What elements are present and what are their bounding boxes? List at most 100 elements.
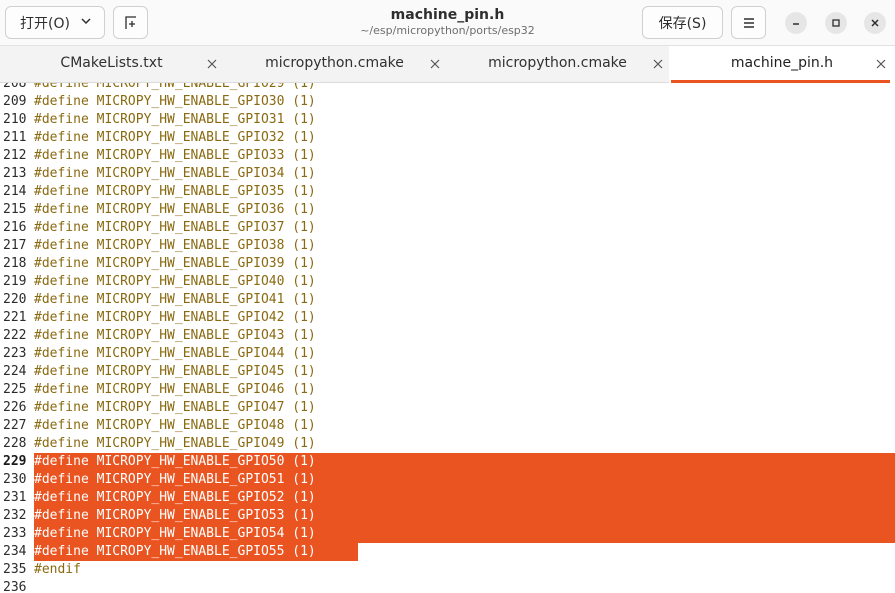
tab-micropython-cmake-1[interactable]: micropython.cmake [223, 46, 446, 83]
maximize-button[interactable] [825, 12, 847, 34]
code-line[interactable]: 224 #define MICROPY_HW_ENABLE_GPIO45 (1) [0, 363, 895, 381]
line-number: 226 [3, 400, 27, 415]
close-tab-icon[interactable] [653, 59, 663, 69]
close-tab-icon[interactable] [876, 59, 886, 69]
code-line[interactable]: 236 [0, 579, 895, 593]
hamburger-icon [743, 17, 754, 28]
tab-micropython-cmake-2[interactable]: micropython.cmake [446, 46, 669, 83]
tab-label: micropython.cmake [488, 55, 627, 71]
window-title: machine_pin.h [390, 7, 505, 23]
maximize-icon [832, 19, 840, 27]
code-lines: 208 #define MICROPY_HW_ENABLE_GPIO29 (1) 2… [0, 83, 895, 593]
code-editor[interactable]: 208 #define MICROPY_HW_ENABLE_GPIO29 (1) 2… [0, 83, 895, 593]
line-number: 227 [3, 418, 27, 433]
code-text: #define MICROPY_HW_ENABLE_GPIO47 (1) [34, 400, 316, 415]
minimize-button[interactable] [785, 12, 807, 34]
code-text: #define MICROPY_HW_ENABLE_GPIO55 (1) [34, 544, 316, 559]
code-line[interactable]: 223 #define MICROPY_HW_ENABLE_GPIO44 (1) [0, 345, 895, 363]
line-number: 221 [3, 310, 27, 325]
open-button[interactable]: 打开(O) [5, 6, 105, 39]
tab-label: micropython.cmake [265, 55, 404, 71]
code-line[interactable]: 229 #define MICROPY_HW_ENABLE_GPIO50 (1) [0, 453, 895, 471]
code-text: #define MICROPY_HW_ENABLE_GPIO51 (1) [34, 472, 316, 487]
code-text: #define MICROPY_HW_ENABLE_GPIO37 (1) [34, 220, 316, 235]
line-number: 216 [3, 220, 27, 235]
code-line[interactable]: 216 #define MICROPY_HW_ENABLE_GPIO37 (1) [0, 219, 895, 237]
line-number: 225 [3, 382, 27, 397]
minimize-icon [793, 23, 799, 25]
code-line[interactable]: 209 #define MICROPY_HW_ENABLE_GPIO30 (1) [0, 93, 895, 111]
open-label: 打开(O) [20, 15, 70, 32]
code-text: #define MICROPY_HW_ENABLE_GPIO36 (1) [34, 202, 316, 217]
code-line[interactable]: 220 #define MICROPY_HW_ENABLE_GPIO41 (1) [0, 291, 895, 309]
code-line[interactable]: 221 #define MICROPY_HW_ENABLE_GPIO42 (1) [0, 309, 895, 327]
code-line[interactable]: 213 #define MICROPY_HW_ENABLE_GPIO34 (1) [0, 165, 895, 183]
save-label: 保存(S) [658, 15, 707, 32]
code-line[interactable]: 228 #define MICROPY_HW_ENABLE_GPIO49 (1) [0, 435, 895, 453]
code-line[interactable]: 219 #define MICROPY_HW_ENABLE_GPIO40 (1) [0, 273, 895, 291]
code-text: #define MICROPY_HW_ENABLE_GPIO41 (1) [34, 292, 316, 307]
code-text: #define MICROPY_HW_ENABLE_GPIO42 (1) [34, 310, 316, 325]
line-number: 217 [3, 238, 27, 253]
line-number: 215 [3, 202, 27, 217]
code-text: #define MICROPY_HW_ENABLE_GPIO49 (1) [34, 436, 316, 451]
line-number: 222 [3, 328, 27, 343]
line-number: 232 [3, 508, 27, 523]
line-number: 224 [3, 364, 27, 379]
line-number: 218 [3, 256, 27, 271]
line-number: 234 [3, 544, 27, 559]
code-line[interactable]: 234 #define MICROPY_HW_ENABLE_GPIO55 (1) [0, 543, 895, 561]
tab-machine-pin-h[interactable]: machine_pin.h [669, 46, 895, 83]
code-line[interactable]: 230 #define MICROPY_HW_ENABLE_GPIO51 (1) [0, 471, 895, 489]
code-line[interactable]: 231 #define MICROPY_HW_ENABLE_GPIO52 (1) [0, 489, 895, 507]
code-text: #define MICROPY_HW_ENABLE_GPIO46 (1) [34, 382, 316, 397]
close-icon [871, 19, 879, 27]
code-text: #define MICROPY_HW_ENABLE_GPIO34 (1) [34, 166, 316, 181]
line-number: 233 [3, 526, 27, 541]
line-number: 211 [3, 130, 27, 145]
code-line[interactable]: 214 #define MICROPY_HW_ENABLE_GPIO35 (1) [0, 183, 895, 201]
line-number: 220 [3, 292, 27, 307]
line-number: 209 [3, 94, 27, 109]
code-text: #define MICROPY_HW_ENABLE_GPIO30 (1) [34, 94, 316, 109]
code-text: #define MICROPY_HW_ENABLE_GPIO53 (1) [34, 508, 316, 523]
code-line[interactable]: 225 #define MICROPY_HW_ENABLE_GPIO46 (1) [0, 381, 895, 399]
close-tab-icon[interactable] [207, 59, 217, 69]
line-number: 236 [3, 580, 27, 593]
code-line[interactable]: 233 #define MICROPY_HW_ENABLE_GPIO54 (1) [0, 525, 895, 543]
code-line[interactable]: 212 #define MICROPY_HW_ENABLE_GPIO33 (1) [0, 147, 895, 165]
new-tab-button[interactable] [113, 6, 148, 39]
save-button[interactable]: 保存(S) [642, 6, 723, 39]
line-number: 231 [3, 490, 27, 505]
line-number: 223 [3, 346, 27, 361]
code-text: #define MICROPY_HW_ENABLE_GPIO38 (1) [34, 238, 316, 253]
line-number: 210 [3, 112, 27, 127]
code-text: #define MICROPY_HW_ENABLE_GPIO52 (1) [34, 490, 316, 505]
code-text: #define MICROPY_HW_ENABLE_GPIO48 (1) [34, 418, 316, 433]
code-text: #define MICROPY_HW_ENABLE_GPIO44 (1) [34, 346, 316, 361]
code-line[interactable]: 222 #define MICROPY_HW_ENABLE_GPIO43 (1) [0, 327, 895, 345]
code-line[interactable]: 227 #define MICROPY_HW_ENABLE_GPIO48 (1) [0, 417, 895, 435]
code-text: #endif [34, 562, 81, 577]
code-line[interactable]: 235 #endif [0, 561, 895, 579]
tab-label: machine_pin.h [730, 55, 834, 71]
line-number: 213 [3, 166, 27, 181]
code-text: #define MICROPY_HW_ENABLE_GPIO32 (1) [34, 130, 316, 145]
file-path: ~/esp/micropython/ports/esp32 [360, 24, 535, 37]
code-line[interactable]: 210 #define MICROPY_HW_ENABLE_GPIO31 (1) [0, 111, 895, 129]
close-tab-icon[interactable] [430, 59, 440, 69]
tab-cmakelists[interactable]: CMakeLists.txt [0, 46, 223, 83]
code-text: #define MICROPY_HW_ENABLE_GPIO50 (1) [34, 454, 316, 469]
code-line[interactable]: 218 #define MICROPY_HW_ENABLE_GPIO39 (1) [0, 255, 895, 273]
hamburger-menu-button[interactable] [731, 6, 766, 39]
code-line[interactable]: 211 #define MICROPY_HW_ENABLE_GPIO32 (1) [0, 129, 895, 147]
code-line[interactable]: 226 #define MICROPY_HW_ENABLE_GPIO47 (1) [0, 399, 895, 417]
code-line[interactable]: 215 #define MICROPY_HW_ENABLE_GPIO36 (1) [0, 201, 895, 219]
close-window-button[interactable] [864, 12, 886, 34]
code-line[interactable]: 232 #define MICROPY_HW_ENABLE_GPIO53 (1) [0, 507, 895, 525]
code-line[interactable]: 208 #define MICROPY_HW_ENABLE_GPIO29 (1) [0, 83, 895, 93]
code-line[interactable]: 217 #define MICROPY_HW_ENABLE_GPIO38 (1) [0, 237, 895, 255]
code-text: #define MICROPY_HW_ENABLE_GPIO39 (1) [34, 256, 316, 271]
code-text: #define MICROPY_HW_ENABLE_GPIO40 (1) [34, 274, 316, 289]
code-text: #define MICROPY_HW_ENABLE_GPIO43 (1) [34, 328, 316, 343]
